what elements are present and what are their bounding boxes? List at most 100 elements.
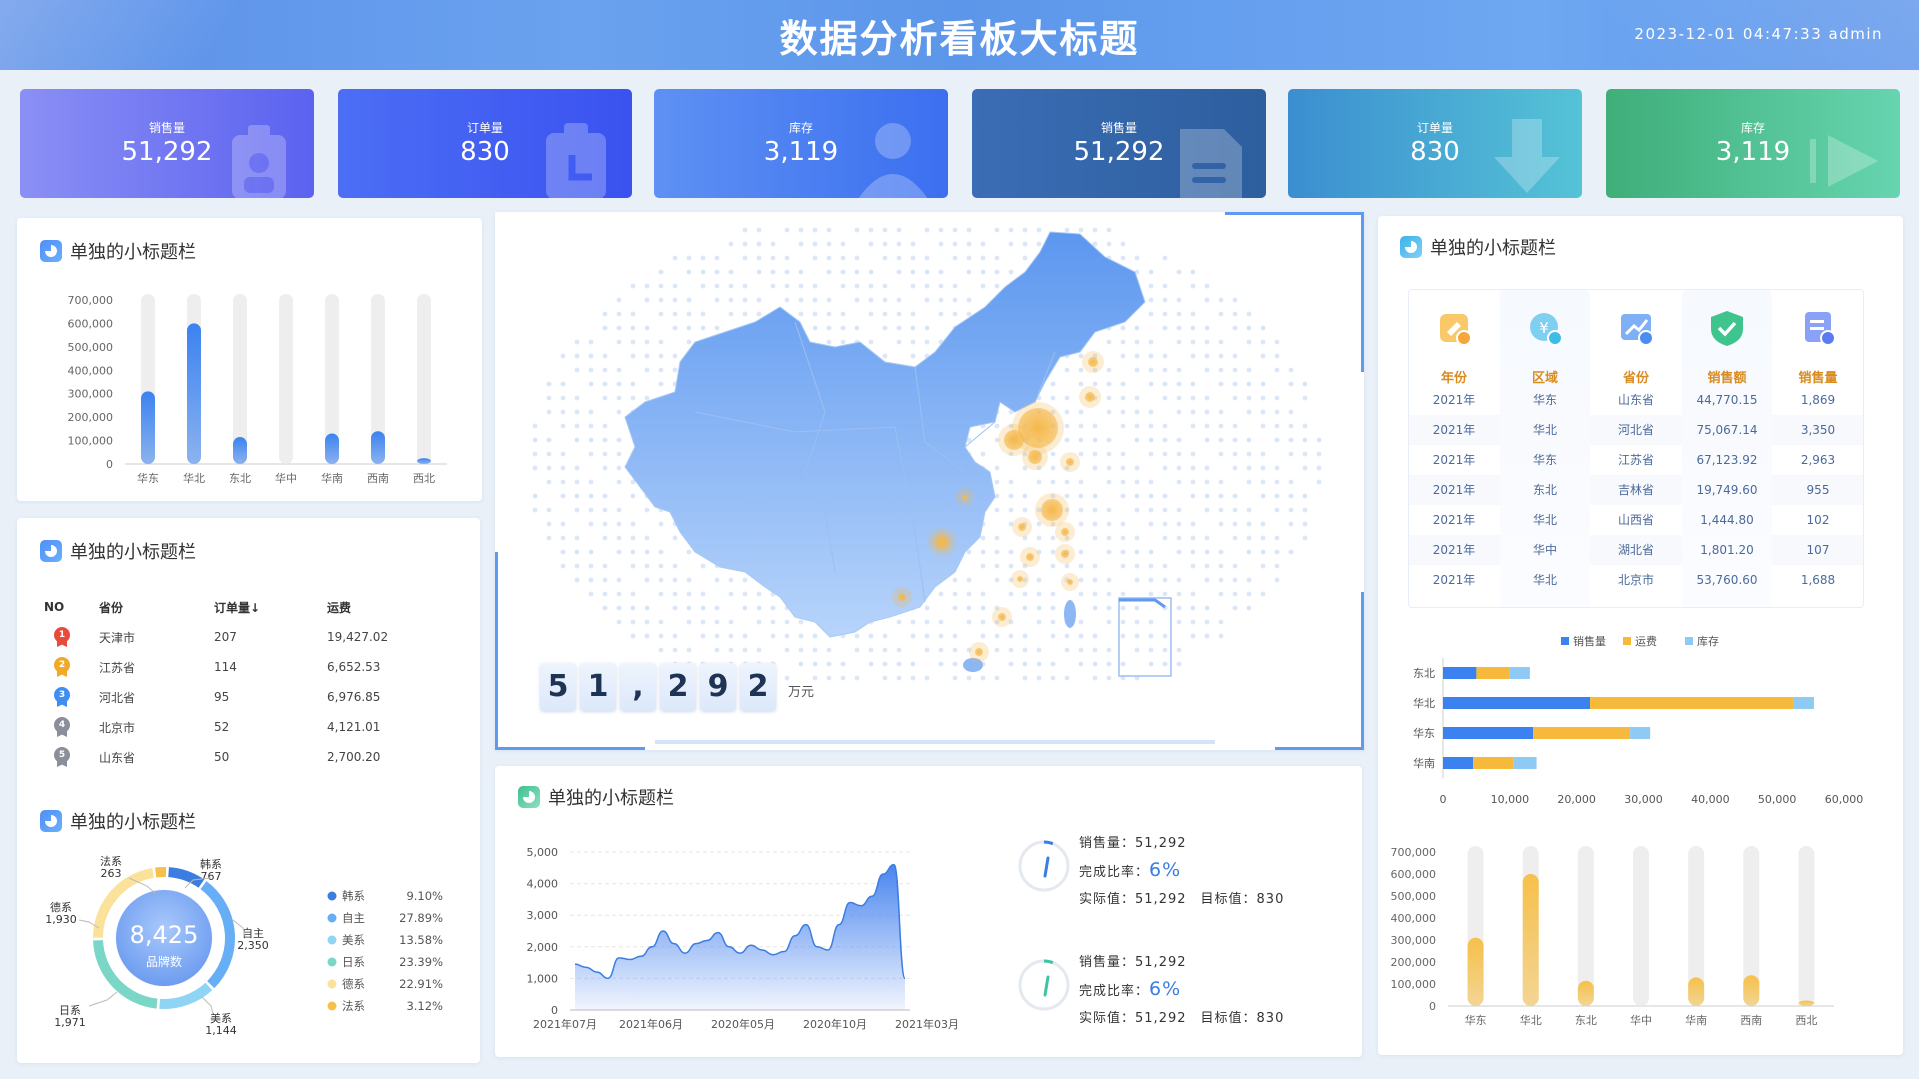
rank-row[interactable]: 5 山东省 50 2,700.20 xyxy=(44,742,444,772)
hbar-segment[interactable] xyxy=(1533,727,1631,739)
medal-icon: 2 xyxy=(54,657,70,677)
table-cell: 东北 xyxy=(1532,483,1557,497)
counter-unit: 万元 xyxy=(788,685,815,700)
table-cell: 75,067.14 xyxy=(1696,423,1758,437)
map-bubble[interactable] xyxy=(1018,523,1026,531)
rank-row[interactable]: 4 北京市 52 4,121.01 xyxy=(44,712,444,742)
donut-slice[interactable] xyxy=(159,982,213,1009)
map-bubble[interactable] xyxy=(1028,450,1042,464)
table-header-cell[interactable]: 销售量 xyxy=(1773,367,1863,386)
x-tick-label: 东北 xyxy=(1575,1014,1597,1027)
hbar-segment[interactable] xyxy=(1473,757,1514,769)
legend-swatch xyxy=(1685,637,1693,645)
bar[interactable] xyxy=(1743,975,1760,1006)
map-bubble[interactable] xyxy=(1017,576,1023,582)
map-bubble[interactable] xyxy=(998,613,1006,621)
bar[interactable] xyxy=(1522,874,1539,1006)
table-header-cell[interactable]: 年份 xyxy=(1409,367,1499,386)
list-check-icon xyxy=(1805,312,1836,346)
kpi-card[interactable]: 订单量 830 xyxy=(338,89,632,198)
kpi-card[interactable]: 订单量 830 xyxy=(1288,89,1582,198)
hbar-segment[interactable] xyxy=(1476,667,1510,679)
table-header-cell[interactable]: 区域 xyxy=(1500,367,1590,386)
rank-province: 河北省 xyxy=(99,690,136,705)
gauge-info: 销售量：51,292 完成比率：6% 实际值：51,292 目标值：830 xyxy=(1079,830,1284,913)
bar[interactable] xyxy=(1798,1000,1815,1007)
legend-label[interactable]: 库存 xyxy=(1697,634,1719,648)
map-bubble[interactable] xyxy=(1088,357,1098,367)
kpi-card[interactable]: 销售量 51,292 xyxy=(20,89,314,198)
rank-row[interactable]: 1 天津市 207 19,427.02 xyxy=(44,622,444,652)
kpi-value: 51,292 xyxy=(1073,137,1165,167)
y-tick-label: 东北 xyxy=(1413,667,1435,680)
hbar-segment[interactable] xyxy=(1793,697,1814,709)
y-tick-label: 4,000 xyxy=(527,878,559,891)
map-bubble[interactable] xyxy=(962,494,968,500)
bar[interactable] xyxy=(1467,937,1484,1006)
x-tick-label: 2021年07月 xyxy=(533,1017,597,1031)
bar[interactable] xyxy=(187,323,201,464)
y-tick-label: 500,000 xyxy=(68,341,114,354)
legend-name: 法系 xyxy=(342,999,365,1013)
rank-freight: 6,976.85 xyxy=(327,690,381,704)
kpi-card[interactable]: 库存 3,119 xyxy=(654,89,948,198)
table-header-cell[interactable]: 销售额 xyxy=(1682,367,1772,386)
hbar-segment[interactable] xyxy=(1590,697,1794,709)
map-bubble[interactable] xyxy=(975,648,983,656)
calendar-icon xyxy=(1440,314,1472,346)
map-bubble[interactable] xyxy=(1041,499,1063,521)
map-bubble[interactable] xyxy=(1067,579,1073,585)
counter-digit: 2 xyxy=(740,663,776,711)
bar[interactable] xyxy=(1577,980,1594,1006)
table-cell: 华东 xyxy=(1532,393,1557,407)
donut-slice[interactable] xyxy=(168,867,205,888)
hbar-segment[interactable] xyxy=(1443,727,1534,739)
rank-row[interactable]: 2 江苏省 114 6,652.53 xyxy=(44,652,444,682)
y-tick-label: 700,000 xyxy=(1391,846,1437,859)
yuan-icon: ¥ xyxy=(1530,313,1563,346)
bar[interactable] xyxy=(417,458,431,464)
table-cell: 华中 xyxy=(1532,543,1557,557)
map-bubble[interactable] xyxy=(1004,430,1024,450)
bar[interactable] xyxy=(141,391,155,464)
hbar-segment[interactable] xyxy=(1443,757,1474,769)
table-cell: 44,770.15 xyxy=(1696,393,1758,407)
rank-freight: 2,700.20 xyxy=(327,750,381,764)
rank-row[interactable]: 3 河北省 95 6,976.85 xyxy=(44,682,444,712)
donut-slice[interactable] xyxy=(155,867,167,878)
rank-header-cell: 运费 xyxy=(327,600,352,615)
legend-label[interactable]: 运费 xyxy=(1635,635,1657,648)
donut-callout-value: 263 xyxy=(101,867,122,880)
hbar-segment[interactable] xyxy=(1443,667,1477,679)
bar[interactable] xyxy=(233,437,247,464)
legend-label[interactable]: 销售量 xyxy=(1573,634,1606,648)
kpi-card[interactable]: 库存 3,119 xyxy=(1606,89,1900,198)
table-cell: 2021年 xyxy=(1432,393,1476,407)
map-bubble[interactable] xyxy=(1085,392,1095,402)
legend-pct: 13.58% xyxy=(399,933,443,947)
legend-pct: 3.12% xyxy=(406,999,443,1013)
map-bubble[interactable] xyxy=(934,534,950,550)
gauge-actual-label: 实际值： xyxy=(1079,1011,1136,1026)
map-bubble[interactable] xyxy=(898,593,906,601)
y-tick-label: 200,000 xyxy=(68,411,114,424)
rank-province: 北京市 xyxy=(99,720,136,735)
table-cell: 102 xyxy=(1806,513,1830,527)
bar[interactable] xyxy=(325,433,339,464)
table-cell: 华北 xyxy=(1532,423,1557,437)
hbar-segment[interactable] xyxy=(1513,757,1537,769)
hbar-segment[interactable] xyxy=(1443,697,1591,709)
map-bubble[interactable] xyxy=(1061,550,1069,558)
gauge-sales-value: 51,292 xyxy=(1135,955,1187,970)
map-bubble[interactable] xyxy=(1061,528,1069,536)
table-header-cell[interactable]: 省份 xyxy=(1591,367,1681,386)
hbar-segment[interactable] xyxy=(1509,667,1530,679)
map-bubble[interactable] xyxy=(1026,553,1034,561)
hbar-segment[interactable] xyxy=(1630,727,1651,739)
header-bar: 数据分析看板大标题 2023-12-01 04:47:33 admin xyxy=(0,0,1919,70)
kpi-card[interactable]: 销售量 51,292 xyxy=(972,89,1266,198)
bar-track xyxy=(1633,846,1649,1006)
bar[interactable] xyxy=(1688,977,1705,1006)
bar[interactable] xyxy=(371,431,385,464)
map-bubble[interactable] xyxy=(1066,458,1074,466)
